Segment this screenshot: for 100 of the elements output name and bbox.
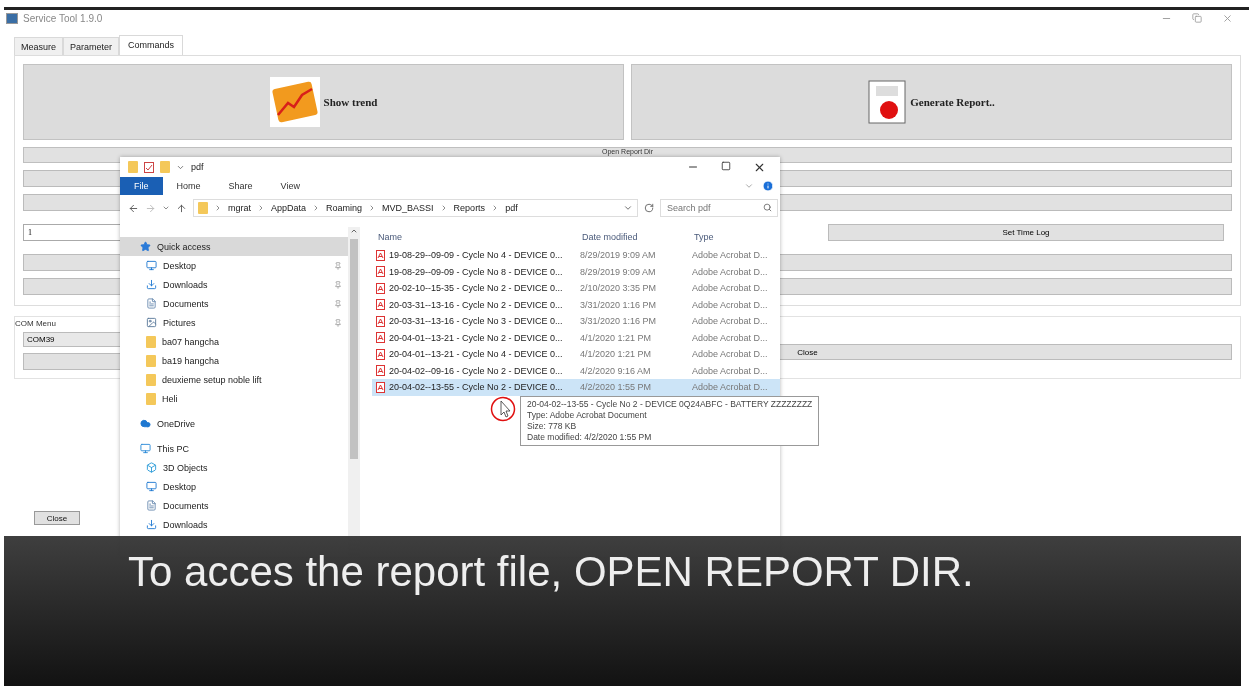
file-row[interactable]: 20-04-01--13-21 - Cycle No 2 - DEVICE 0... 4/1/2020 1:21 PM Adobe Acrobat D... xyxy=(372,329,780,346)
nav-item[interactable]: Downloads xyxy=(120,275,348,294)
file-row[interactable]: 19-08-29--09-09 - Cycle No 8 - DEVICE 0... 8/29/2019 9:09 AM Adobe Acrobat D... xyxy=(372,263,780,280)
pdf-file-icon xyxy=(376,266,385,278)
file-name: 20-03-31--13-16 - Cycle No 2 - DEVICE 0... xyxy=(389,299,563,310)
file-row[interactable]: 20-03-31--13-16 - Cycle No 2 - DEVICE 0... 3/31/2020 1:16 PM Adobe Acrobat D... xyxy=(372,296,780,313)
file-row[interactable]: 20-03-31--13-16 - Cycle No 3 - DEVICE 0... 3/31/2020 1:16 PM Adobe Acrobat D... xyxy=(372,313,780,330)
date-cell-text: 8/29/2019 9:09 AM xyxy=(580,250,657,261)
pdf-file-icon xyxy=(376,348,385,360)
column-header[interactable]: Type xyxy=(694,232,780,242)
pdf-file-icon xyxy=(376,315,385,327)
breadcrumb[interactable]: Roaming xyxy=(326,203,363,213)
close-button[interactable]: Close xyxy=(34,511,80,525)
refresh-icon[interactable] xyxy=(644,203,654,213)
breadcrumb[interactable]: AppData xyxy=(271,203,307,213)
scroll-up-icon[interactable] xyxy=(350,227,358,235)
restore-icon[interactable] xyxy=(1192,13,1202,23)
pdf-file-icon xyxy=(376,299,385,311)
ribbon-tab[interactable]: File xyxy=(120,177,163,195)
breadcrumb[interactable]: pdf xyxy=(505,203,518,213)
nav-item[interactable]: Documents xyxy=(120,496,348,515)
folder-icon xyxy=(146,373,156,386)
type-cell-text: Adobe Acrobat D... xyxy=(692,382,769,393)
address-bar[interactable]: mgrat AppData Roaming MVD_BASSI Reports pdf xyxy=(193,199,638,217)
date-cell-text: 3/31/2020 1:16 PM xyxy=(580,316,658,327)
ribbon-tab[interactable]: Home xyxy=(162,177,215,195)
set-time-log-button[interactable]: Set Time Log xyxy=(828,224,1224,241)
type-cell-text: Adobe Acrobat D... xyxy=(692,250,769,261)
nav-item[interactable]: ba07 hangcha xyxy=(120,332,348,351)
nav-item[interactable]: deuxieme setup noble lift xyxy=(120,370,348,389)
type-cell-text: Adobe Acrobat D... xyxy=(692,365,769,376)
type-cell-text: Adobe Acrobat D... xyxy=(692,316,769,327)
document-icon xyxy=(146,500,157,511)
show-trend-button[interactable]: Show trend xyxy=(23,64,624,140)
pdf-file-icon xyxy=(376,332,385,344)
maximize-icon[interactable] xyxy=(721,160,731,171)
tab[interactable]: Commands xyxy=(119,35,184,55)
file-name: 20-04-02--09-16 - Cycle No 2 - DEVICE 0... xyxy=(389,365,563,376)
column-header[interactable]: Date modified xyxy=(582,232,694,242)
nav-item[interactable]: Pictures xyxy=(120,313,348,332)
tooltip-line: 20-04-02--13-55 - Cycle No 2 - DEVICE 0Q24ABFC - BATTERY ZZZZZZZZ xyxy=(527,399,813,410)
cursor-highlight-icon xyxy=(490,396,516,422)
breadcrumb[interactable]: mgrat xyxy=(228,203,251,213)
expand-icon[interactable] xyxy=(744,181,754,191)
tooltip-line: Size: 778 KB xyxy=(527,421,578,432)
ribbon-tab[interactable]: View xyxy=(266,177,314,195)
folder-icon xyxy=(146,354,156,367)
app-icon xyxy=(6,13,18,24)
folder-icon xyxy=(160,161,170,173)
monitor-icon xyxy=(146,481,157,492)
download-icon xyxy=(146,279,157,290)
folder-icon xyxy=(128,161,138,173)
file-name: 20-04-01--13-21 - Cycle No 2 - DEVICE 0... xyxy=(389,332,563,343)
breadcrumb[interactable]: Reports xyxy=(453,203,486,213)
cloud-icon xyxy=(140,418,151,429)
tooltip-line: Type: Adobe Acrobat Document xyxy=(527,410,648,421)
folder-icon xyxy=(198,202,208,214)
recent-icon[interactable] xyxy=(162,204,170,212)
nav-item[interactable]: Desktop xyxy=(120,477,348,496)
type-cell-text: Adobe Acrobat D... xyxy=(692,299,769,310)
tab[interactable]: Measure xyxy=(14,37,63,55)
trend-chart-icon xyxy=(269,77,320,127)
report-icon xyxy=(868,80,907,124)
nav-item[interactable]: Heli xyxy=(120,389,348,408)
pdf-file-icon xyxy=(376,381,385,393)
nav-item[interactable]: This PC xyxy=(120,439,348,458)
type-cell-text: Adobe Acrobat D... xyxy=(692,266,769,277)
nav-item[interactable]: Quick access xyxy=(120,237,348,256)
up-icon[interactable] xyxy=(176,202,187,214)
picture-icon xyxy=(146,317,157,328)
tab[interactable]: Parameter xyxy=(63,37,120,55)
nav-item[interactable]: OneDrive xyxy=(120,414,348,433)
star-icon xyxy=(140,241,151,252)
file-row[interactable]: 20-04-02--09-16 - Cycle No 2 - DEVICE 0... 4/2/2020 9:16 AM Adobe Acrobat D... xyxy=(372,362,780,379)
file-row[interactable]: 20-04-02--13-55 - Cycle No 2 - DEVICE 0... 4/2/2020 1:55 PM Adobe Acrobat D... xyxy=(372,379,780,396)
folder-icon xyxy=(146,392,156,405)
forward-icon[interactable] xyxy=(145,202,156,214)
file-row[interactable]: 19-08-29--09-09 - Cycle No 4 - DEVICE 0... 8/29/2019 9:09 AM Adobe Acrobat D... xyxy=(372,247,780,264)
back-icon[interactable] xyxy=(128,202,139,214)
nav-item[interactable]: Documents xyxy=(120,294,348,313)
nav-item[interactable]: Downloads xyxy=(120,515,348,534)
cube-icon xyxy=(146,462,157,473)
help-icon[interactable] xyxy=(762,180,774,192)
column-header[interactable]: Name xyxy=(378,232,582,242)
date-cell-text: 4/1/2020 1:21 PM xyxy=(580,349,653,360)
nav-item[interactable]: ba19 hangcha xyxy=(120,351,348,370)
dropdown-icon[interactable] xyxy=(623,203,633,213)
window-title: Service Tool 1.9.0 xyxy=(23,13,103,24)
nav-item[interactable]: 3D Objects xyxy=(120,458,348,477)
ribbon-tab[interactable]: Share xyxy=(214,177,267,195)
window-title: pdf xyxy=(191,162,204,172)
tooltip-line: Date modified: 4/2/2020 1:55 PM xyxy=(527,432,653,443)
date-cell-text: 2/10/2020 3:35 PM xyxy=(580,283,658,294)
breadcrumb[interactable]: MVD_BASSI xyxy=(382,203,434,213)
pdf-file-icon xyxy=(376,282,385,294)
generate-report-button[interactable]: Generate Report.. xyxy=(631,64,1232,140)
file-row[interactable]: 20-02-10--15-35 - Cycle No 2 - DEVICE 0... 2/10/2020 3:35 PM Adobe Acrobat D... xyxy=(372,280,780,297)
date-cell-text: 4/1/2020 1:21 PM xyxy=(580,332,653,343)
nav-item[interactable]: Desktop xyxy=(120,256,348,275)
search-field[interactable]: Search pdf xyxy=(660,199,778,217)
